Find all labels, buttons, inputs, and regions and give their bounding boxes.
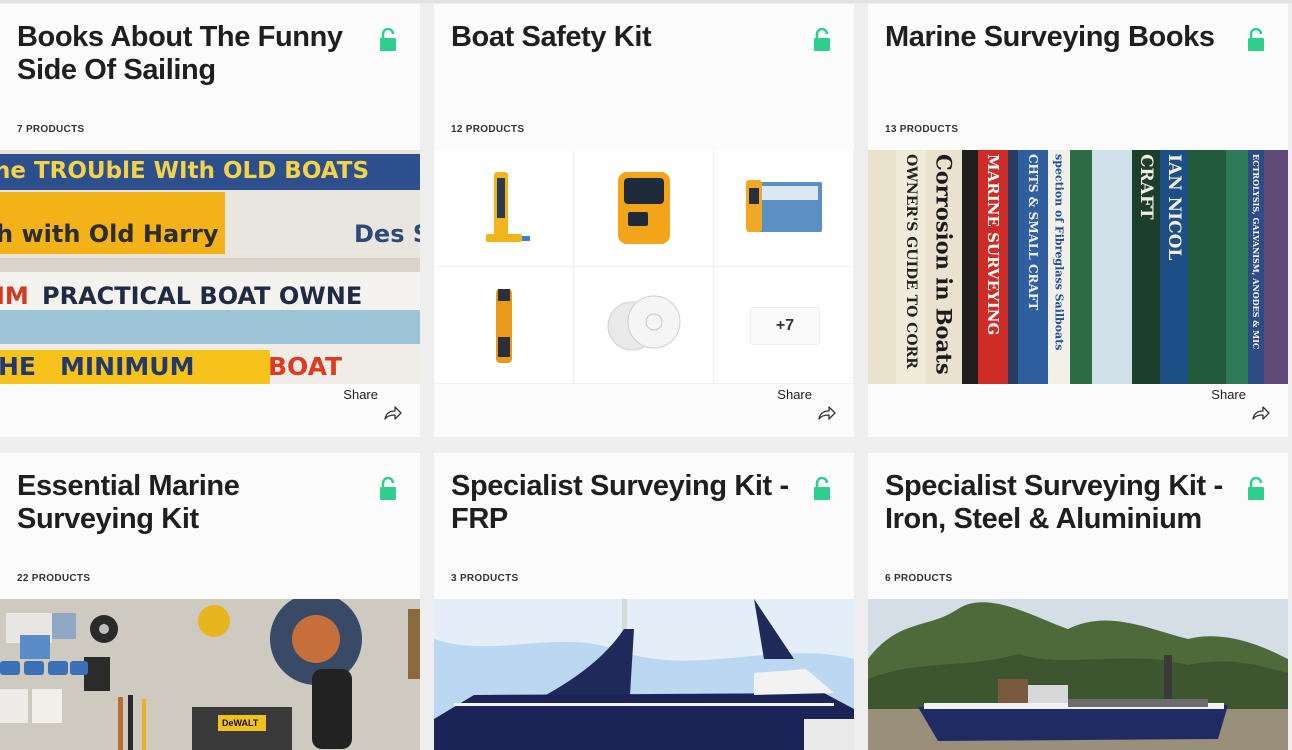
book-spine-text: MARINE SURVEYING bbox=[984, 154, 1002, 336]
tool-flatlay-image bbox=[0, 599, 420, 750]
collection-card[interactable]: Boat Safety Kit 12 PRODUCTS +7 Share bbox=[434, 4, 854, 437]
product-thumbnail[interactable] bbox=[434, 150, 574, 267]
collection-image[interactable] bbox=[434, 599, 854, 750]
collection-title[interactable]: Specialist Surveying Kit - FRP bbox=[451, 470, 791, 536]
book-spine-text: BOAT bbox=[268, 352, 343, 381]
product-thumbnail[interactable] bbox=[574, 267, 714, 384]
card-footer: Share bbox=[868, 384, 1288, 437]
collection-card[interactable]: Books About The Funny Side Of Sailing 7 … bbox=[0, 4, 420, 437]
book-spine-text: spection of Fibreglass Sailboats bbox=[1052, 154, 1066, 351]
book-spine-text: he TROUblE WIth OLD BOATS bbox=[0, 158, 370, 184]
share-label[interactable]: Share bbox=[343, 387, 378, 402]
book-spine bbox=[1092, 150, 1132, 384]
book-spine: CRAFT bbox=[1132, 150, 1160, 384]
unlocked-icon bbox=[1248, 477, 1264, 500]
book-spine-text: Des S bbox=[354, 220, 420, 248]
collection-image[interactable]: DeWALT bbox=[0, 599, 420, 750]
book-spine bbox=[1226, 150, 1248, 384]
book-spine: spection of Fibreglass Sailboats bbox=[1048, 150, 1070, 384]
collection-card[interactable]: Essential Marine Surveying Kit 22 PRODUC… bbox=[0, 453, 420, 750]
collection-title[interactable]: Specialist Surveying Kit - Iron, Steel &… bbox=[885, 470, 1225, 536]
unlocked-icon bbox=[814, 477, 830, 500]
card-header: Specialist Surveying Kit - Iron, Steel &… bbox=[868, 453, 1288, 599]
book-spine-text: MINIMUM bbox=[60, 352, 195, 381]
product-count: 6 PRODUCTS bbox=[885, 573, 953, 584]
book-spine-text: HE bbox=[0, 352, 37, 381]
book-spine-text: OWNER'S GUIDE TO CORR bbox=[903, 154, 919, 369]
share-icon[interactable] bbox=[383, 405, 403, 421]
unlocked-icon bbox=[814, 28, 830, 51]
top-divider bbox=[0, 0, 1292, 3]
book-spine-text: Corrosion in Boats bbox=[931, 154, 957, 375]
sailboat-image bbox=[434, 599, 854, 750]
share-label[interactable]: Share bbox=[777, 387, 812, 402]
book-spine: CHTS & SMALL CRAFT bbox=[1018, 150, 1048, 384]
collection-card[interactable]: Specialist Surveying Kit - Iron, Steel &… bbox=[868, 453, 1288, 750]
smoke-alarm-image bbox=[607, 295, 681, 351]
book-spine: IAN NICOL bbox=[1160, 150, 1188, 384]
book-spine: ECTROLYSIS, GALVANISM, ANODES & MIC bbox=[1248, 150, 1264, 384]
book-spine: Corrosion in Boats bbox=[926, 150, 962, 384]
beacon-image bbox=[486, 172, 530, 242]
book-spine-text: CHTS & SMALL CRAFT bbox=[1026, 154, 1040, 311]
collection-card[interactable]: Marine Surveying Books 13 PRODUCTS OWNER… bbox=[868, 4, 1288, 437]
share-icon[interactable] bbox=[1251, 405, 1271, 421]
unlocked-icon bbox=[380, 477, 396, 500]
boxed-beacon-image bbox=[746, 180, 822, 232]
collection-image[interactable]: OWNER'S GUIDE TO CORR Corrosion in Boats… bbox=[868, 150, 1288, 384]
collection-title[interactable]: Books About The Funny Side Of Sailing bbox=[17, 21, 357, 87]
unlocked-icon bbox=[380, 28, 396, 51]
flare-image bbox=[496, 289, 512, 363]
book-spine-text: h with Old Harry bbox=[0, 220, 219, 248]
share-icon[interactable] bbox=[817, 405, 837, 421]
card-footer: Share bbox=[434, 384, 854, 437]
collection-title[interactable]: Boat Safety Kit bbox=[451, 21, 791, 54]
book-spine-text: PRACTICAL BOAT OWNE bbox=[42, 282, 363, 310]
product-thumbnail[interactable] bbox=[574, 150, 714, 267]
plb-image bbox=[618, 172, 670, 244]
book-spine: MARINE SURVEYING bbox=[978, 150, 1008, 384]
book-spine bbox=[962, 150, 978, 384]
book-stack-image bbox=[0, 150, 420, 384]
product-count: 22 PRODUCTS bbox=[17, 573, 91, 584]
product-count: 13 PRODUCTS bbox=[885, 124, 959, 135]
book-spine-text: CRAFT bbox=[1136, 154, 1156, 220]
card-header: Books About The Funny Side Of Sailing 7 … bbox=[0, 4, 420, 150]
book-spine bbox=[868, 150, 896, 384]
product-count: 12 PRODUCTS bbox=[451, 124, 525, 135]
share-label[interactable]: Share bbox=[1211, 387, 1246, 402]
card-header: Specialist Surveying Kit - FRP 3 PRODUCT… bbox=[434, 453, 854, 599]
book-spine-text: ECTROLYSIS, GALVANISM, ANODES & MIC bbox=[1251, 154, 1261, 350]
book-spine: OWNER'S GUIDE TO CORR bbox=[896, 150, 926, 384]
book-spine bbox=[1188, 150, 1226, 384]
product-thumbnail[interactable] bbox=[714, 150, 854, 267]
card-header: Boat Safety Kit 12 PRODUCTS bbox=[434, 4, 854, 150]
more-products-count[interactable]: +7 bbox=[750, 307, 820, 345]
more-products-cell[interactable]: +7 bbox=[714, 267, 854, 384]
product-count: 3 PRODUCTS bbox=[451, 573, 519, 584]
product-count: 7 PRODUCTS bbox=[17, 124, 85, 135]
product-grid: +7 bbox=[434, 150, 854, 384]
book-spine-text: IAN NICOL bbox=[1164, 154, 1184, 261]
book-spine-text: IM bbox=[0, 282, 29, 310]
book-spine bbox=[1070, 150, 1092, 384]
steel-barge-image bbox=[868, 599, 1288, 750]
collection-card[interactable]: Specialist Surveying Kit - FRP 3 PRODUCT… bbox=[434, 453, 854, 750]
unlocked-icon bbox=[1248, 28, 1264, 51]
collection-title[interactable]: Essential Marine Surveying Kit bbox=[17, 470, 357, 536]
tool-brand-label: DeWALT bbox=[222, 718, 259, 728]
card-header: Essential Marine Surveying Kit 22 PRODUC… bbox=[0, 453, 420, 599]
collection-image[interactable]: he TROUblE WIth OLD BOATS h with Old Har… bbox=[0, 150, 420, 384]
product-thumbnail[interactable] bbox=[434, 267, 574, 384]
card-footer: Share bbox=[0, 384, 420, 437]
collection-image[interactable] bbox=[868, 599, 1288, 750]
card-header: Marine Surveying Books 13 PRODUCTS bbox=[868, 4, 1288, 150]
book-spine bbox=[1008, 150, 1018, 384]
book-spine bbox=[1264, 150, 1288, 384]
collection-title[interactable]: Marine Surveying Books bbox=[885, 21, 1225, 54]
